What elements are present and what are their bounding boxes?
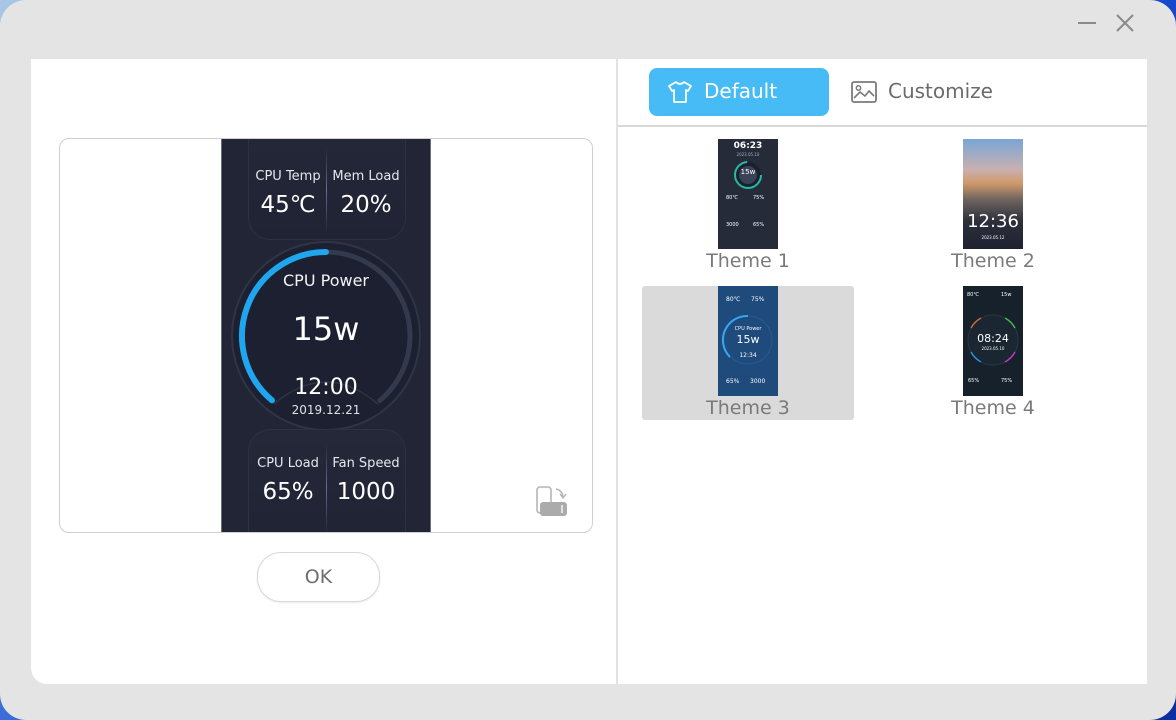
image-icon: [851, 81, 877, 103]
theme-item-3[interactable]: 80℃ 75% CPU Power 15w 12:34 65% 3000 The…: [642, 286, 854, 420]
metric-value: 45℃: [260, 192, 316, 218]
theme-name: Theme 1: [706, 250, 790, 272]
metric-value: 1000: [336, 479, 396, 505]
metric-label: Fan Speed: [332, 456, 400, 471]
metric-label: CPU Load: [257, 456, 319, 471]
theme-4-thumbnail: 80℃ 15w 08:24 2023.05.10 65% 75%: [963, 286, 1023, 396]
rotate-screen-icon[interactable]: [534, 485, 570, 519]
thumb-time: 12:34: [739, 352, 757, 359]
thumb-tile-value: 80℃: [726, 195, 738, 201]
metric-value: 65%: [262, 479, 314, 505]
thumb-date: 2023.05.10: [736, 152, 760, 157]
thumb-date: 2023.05.12: [981, 235, 1005, 240]
thumb-power-label: CPU Power: [734, 326, 762, 332]
thumb-corner-value: 15w: [1001, 292, 1012, 298]
thumb-tile-value: 65%: [726, 378, 740, 385]
thumb-tile-value: 75%: [753, 195, 765, 201]
thumb-corner-value: 80℃: [967, 292, 979, 298]
gauge-value: 15w: [292, 310, 360, 348]
gauge-label: CPU Power: [283, 271, 369, 290]
theme-1-thumbnail: 06:23 2023.05.10 15w 80℃ 75% 3000 65%: [718, 139, 778, 249]
metric-mem-load: Mem Load 20%: [327, 169, 405, 218]
theme-2-thumbnail: 12:36 2023.05.12: [963, 139, 1023, 249]
metric-label: CPU Temp: [255, 169, 321, 184]
minimize-button[interactable]: [1074, 10, 1100, 36]
thumb-power: 15w: [736, 333, 760, 346]
tab-divider: [618, 125, 1147, 127]
thumb-time: 08:24: [977, 332, 1009, 345]
vertical-divider: [616, 59, 618, 684]
metric-fan-speed: Fan Speed 1000: [327, 456, 405, 505]
theme-preview-frame: CPU Temp 45℃ Mem Load 20% CPU Power 15w: [59, 138, 593, 533]
thumb-corner-value: 65%: [968, 378, 980, 384]
device-screen-preview: CPU Temp 45℃ Mem Load 20% CPU Power 15w: [221, 139, 431, 532]
theme-name: Theme 4: [951, 397, 1035, 419]
thumb-tile-value: 3000: [750, 378, 766, 385]
thumb-tile-value: 65%: [753, 222, 765, 228]
top-metrics-card: CPU Temp 45℃ Mem Load 20%: [248, 139, 406, 240]
ok-button[interactable]: OK: [257, 552, 380, 602]
theme-settings-window: CPU Temp 45℃ Mem Load 20% CPU Power 15w: [0, 0, 1176, 720]
metric-value: 20%: [340, 192, 392, 218]
close-button[interactable]: [1112, 10, 1138, 36]
theme-name: Theme 2: [951, 250, 1035, 272]
theme-item-2[interactable]: 12:36 2023.05.12 Theme 2: [887, 139, 1099, 273]
metric-cpu-load: CPU Load 65%: [249, 456, 327, 505]
thumb-corner-value: 75%: [1001, 378, 1013, 384]
thumb-power: 15w: [740, 168, 756, 176]
tab-customize[interactable]: Customize: [847, 68, 1007, 116]
thumb-time: 12:36: [967, 211, 1019, 232]
tab-default[interactable]: Default: [649, 68, 829, 116]
thumb-tile-value: 75%: [751, 296, 765, 303]
theme-item-1[interactable]: 06:23 2023.05.10 15w 80℃ 75% 3000 65% Th…: [642, 139, 854, 273]
clock-date: 2019.12.21: [291, 403, 361, 417]
clock-time: 12:00: [294, 375, 358, 400]
tab-customize-label: Customize: [888, 79, 993, 103]
thumb-tile-value: 3000: [726, 222, 739, 228]
theme-name: Theme 3: [706, 397, 790, 419]
thumb-date: 2023.05.10: [981, 346, 1005, 351]
thumb-time: 06:23: [733, 141, 763, 151]
theme-3-thumbnail: 80℃ 75% CPU Power 15w 12:34 65% 3000: [718, 286, 778, 396]
metric-label: Mem Load: [332, 169, 400, 184]
tab-default-label: Default: [704, 79, 778, 103]
tshirt-icon: [668, 81, 692, 103]
metric-cpu-temp: CPU Temp 45℃: [249, 169, 327, 218]
theme-item-4[interactable]: 80℃ 15w 08:24 2023.05.10 65% 75% Theme 4: [887, 286, 1099, 420]
bottom-metrics-card: CPU Load 65% Fan Speed 1000: [248, 429, 406, 532]
content-panel: CPU Temp 45℃ Mem Load 20% CPU Power 15w: [31, 59, 1147, 684]
thumb-tile-value: 80℃: [726, 296, 741, 303]
